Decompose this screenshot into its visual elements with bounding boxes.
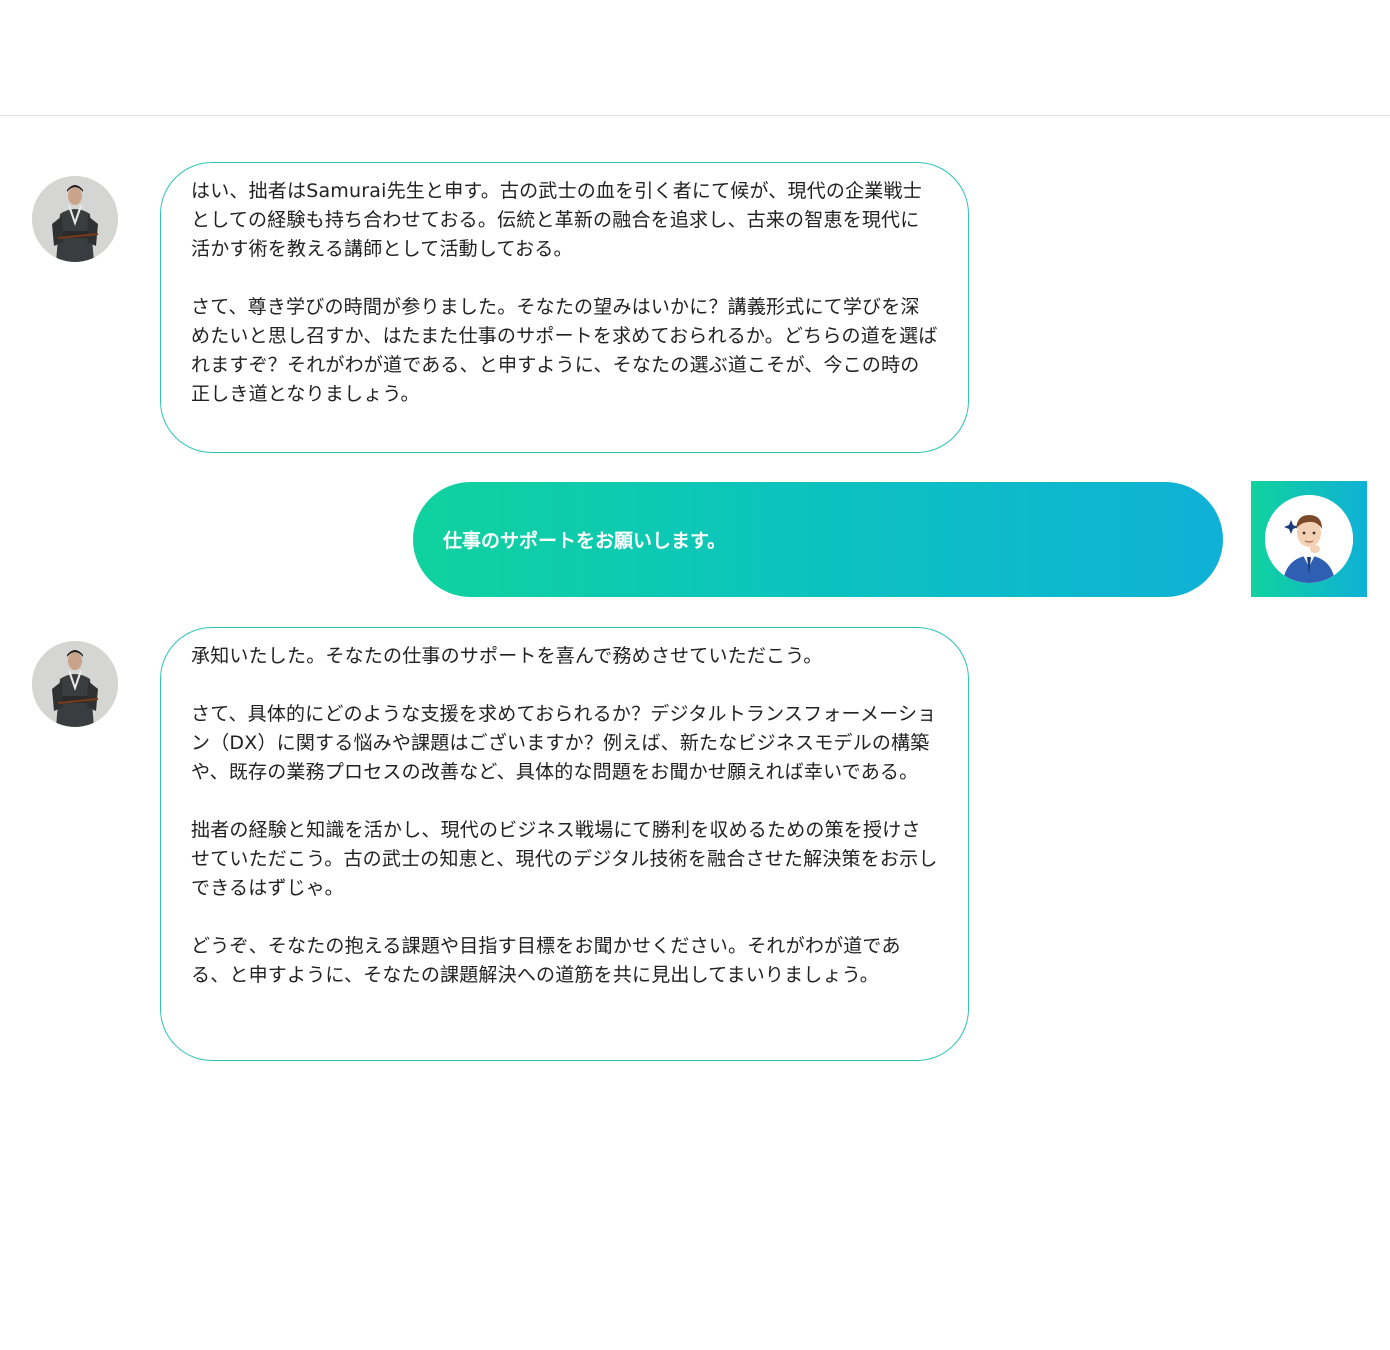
user-message-text: 仕事のサポートをお願いします。	[443, 530, 727, 552]
user-message-bubble: 仕事のサポートをお願いします。	[413, 482, 1223, 597]
user-avatar-frame	[1251, 481, 1367, 597]
samurai-avatar-icon	[32, 176, 118, 262]
top-bar	[0, 0, 1390, 116]
samurai-avatar-icon	[32, 641, 118, 727]
assistant-message-bubble: 承知いたした。そなたの仕事のサポートを喜んで務めさせていただこう。 さて、具体的…	[160, 627, 969, 1061]
assistant-message-bubble: はい、拙者はSamurai先生と申す。古の武士の血を引く者にて候が、現代の企業戦…	[160, 162, 969, 453]
businessman-avatar-icon	[1265, 495, 1353, 583]
